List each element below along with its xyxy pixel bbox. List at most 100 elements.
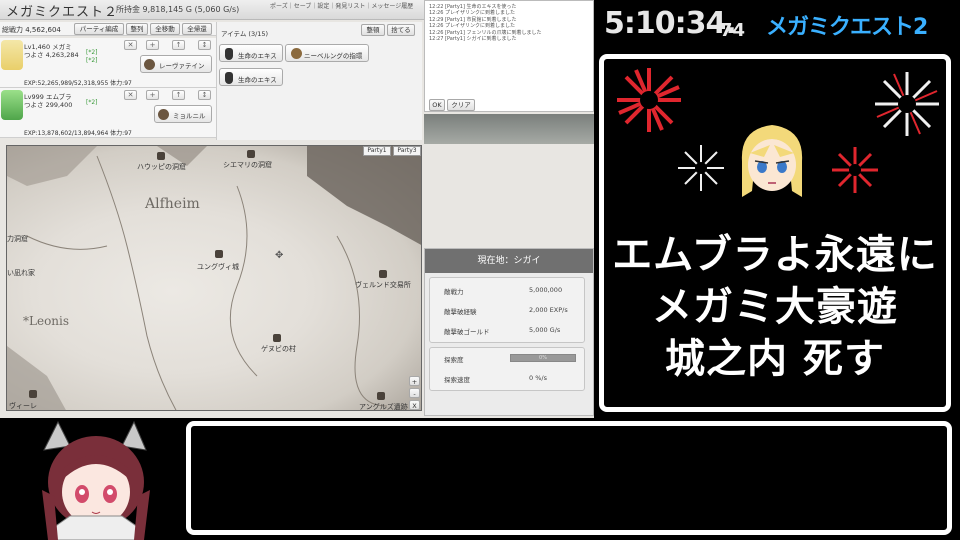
map-place[interactable]: 力洞窟: [7, 234, 28, 244]
region-label: *Leonis: [23, 314, 70, 328]
log-line: 12:27 [Party1] シガイに到着しました: [429, 36, 517, 43]
stat-value: 5,000,000: [529, 286, 563, 294]
location-banner-image: [424, 114, 594, 144]
equip-name: ミョルニル: [173, 112, 206, 120]
commentary-text: エムブラよ永遠に メガミ大豪遊 城之内 死す: [604, 229, 946, 385]
up-arrow-button[interactable]: ↑: [172, 90, 185, 100]
item-count-label: アイテム (3/15): [221, 30, 269, 38]
sword-icon: [144, 59, 155, 70]
game-name-title: メガミクエスト2: [766, 15, 928, 40]
potion-icon: [225, 72, 233, 84]
item-slot[interactable]: 生命のエキス: [219, 68, 283, 86]
firework-icon: [832, 147, 878, 193]
item-name: 生命のエキス: [238, 76, 277, 84]
stat-label: 敵撃破ゴールド: [444, 328, 490, 336]
cursor-icon: ✥: [275, 250, 284, 261]
sort-button[interactable]: 整列: [126, 23, 148, 35]
member-star: [*2]: [86, 57, 98, 64]
stat-value: 2,000 EXP/s: [529, 306, 568, 314]
comment-line: エムブラよ永遠に: [612, 232, 938, 278]
item-slot[interactable]: 生命のエキス: [219, 44, 283, 62]
region-label: Alfheim: [145, 196, 200, 212]
map-place[interactable]: シエマリの洞窟: [223, 160, 272, 170]
village-icon[interactable]: [273, 334, 281, 342]
move-all-button[interactable]: 全移動: [150, 23, 180, 35]
avatar: [1, 40, 23, 70]
timer-ms: 74: [720, 20, 746, 41]
updown-arrow-button[interactable]: ↕: [198, 90, 211, 100]
speedrun-timer: 5:10:34. 74: [596, 2, 754, 46]
map-terrain: [7, 146, 421, 410]
cave-icon[interactable]: [247, 150, 255, 158]
item-name: ニーベルングの指環: [304, 52, 363, 60]
enemy-stats: 敵戦力 5,000,000 敵撃破経験 2,000 EXP/s 敵撃破ゴールド …: [429, 277, 585, 343]
commentator-avatar: [42, 420, 150, 540]
member-star: [*2]: [86, 49, 98, 56]
map-place[interactable]: ハウッピの洞窟: [137, 162, 186, 172]
map-place[interactable]: ヴェルンド交易所: [355, 280, 411, 290]
stat-label: 敵戦力: [444, 288, 464, 296]
tab-party3[interactable]: Party3: [393, 146, 421, 156]
world-map[interactable]: Party1 Party3 Alfheim *Leonis ハウッピの洞窟 シエ…: [6, 145, 422, 411]
explore-label: 探索度: [444, 356, 464, 364]
map-place[interactable]: アングルズ遺跡: [359, 402, 408, 410]
log-ok-button[interactable]: OK: [429, 99, 445, 111]
equip-name: レーヴァテイン: [159, 62, 205, 70]
map-place[interactable]: ヴィーレ: [9, 401, 37, 410]
member-strength: つよさ 4,263,284: [24, 51, 79, 59]
close-icon[interactable]: ✕: [124, 40, 137, 50]
item-sort-button[interactable]: 整頓: [361, 24, 385, 36]
explore-stats: 探索度 0% 探索速度 0 %/s: [429, 347, 585, 391]
progress-text: 0%: [539, 355, 547, 361]
equip-slot-weapon[interactable]: ミョルニル: [154, 105, 212, 123]
member-exp: EXP:13,878,602/13,894,964 体力:97: [24, 130, 132, 137]
party-edit-button[interactable]: パーティ編成: [74, 23, 124, 35]
speed-value: 0 %/s: [529, 374, 547, 382]
top-menu[interactable]: ポーズ｜セーブ｜設定｜発見リスト｜メッセージ履歴: [270, 1, 413, 10]
return-all-button[interactable]: 全帰還: [182, 23, 212, 35]
potion-icon: [225, 48, 233, 60]
tab-party1[interactable]: Party1: [363, 146, 391, 156]
stat-label: 敵撃破経験: [444, 308, 477, 316]
party-member-megami: Lv1,460 メガミ つよさ 4,263,284 [*2] [*2] ✕ + …: [0, 38, 216, 88]
log-clear-button[interactable]: クリア: [447, 99, 475, 111]
stat-value: 5,000 G/s: [529, 326, 561, 334]
member-strength: つよさ 299,400: [24, 101, 73, 109]
item-panel: アイテム (3/15) 整頓 捨てる 生命のエキス ニーベルングの指環 生命のエ…: [216, 22, 422, 140]
plus-button[interactable]: +: [146, 90, 159, 100]
game-window: メガミクエスト２ 所持金 9,818,145 G (5,060 G/s) ポーズ…: [0, 0, 594, 418]
log-lines: 12:22 [Party1] 生命のエキスを使った 12:26 プレイザリンクに…: [427, 4, 587, 42]
shop-icon[interactable]: [379, 270, 387, 278]
subtitle-box: [186, 421, 952, 535]
map-place[interactable]: ユングヴィ城: [197, 262, 239, 272]
power-bar: 総戦力 4,562,604 パーティ編成 整列 全移動 全帰還: [0, 22, 216, 36]
gold-counter: 所持金 9,818,145 G (5,060 G/s): [116, 5, 240, 14]
close-icon[interactable]: ✕: [124, 90, 137, 100]
member-exp: EXP:52,265,989/52,318,955 体力:97: [24, 80, 132, 87]
item-discard-button[interactable]: 捨てる: [387, 24, 415, 36]
ruins-icon[interactable]: [377, 392, 385, 400]
location-panel: 現在地：シガイ 敵戦力 5,000,000 敵撃破経験 2,000 EXP/s …: [424, 248, 594, 416]
ring-icon: [291, 48, 302, 59]
hammer-icon: [158, 109, 169, 120]
item-slot[interactable]: ニーベルングの指環: [285, 44, 369, 62]
map-close-button[interactable]: X: [409, 400, 420, 410]
zoom-in-button[interactable]: +: [409, 376, 420, 386]
party-member-embla: Lv999 エムブラ つよさ 299,400 [*2] ✕ + ↑ ↕ ミョルニ…: [0, 88, 216, 138]
castle-icon[interactable]: [215, 250, 223, 258]
town-icon[interactable]: [29, 390, 37, 398]
member-star: [*2]: [86, 99, 98, 106]
character-face-icon: [741, 125, 803, 197]
cave-icon[interactable]: [157, 152, 165, 160]
comment-line: 城之内 死す: [665, 336, 885, 382]
equip-slot-weapon[interactable]: レーヴァテイン: [140, 55, 212, 73]
map-place[interactable]: い凪れ家: [7, 268, 35, 278]
firework-icon: [875, 72, 939, 136]
updown-arrow-button[interactable]: ↕: [198, 40, 211, 50]
map-place[interactable]: ゲヌビの村: [261, 344, 296, 354]
speed-label: 探索速度: [444, 376, 470, 384]
up-arrow-button[interactable]: ↑: [172, 40, 185, 50]
plus-button[interactable]: +: [146, 40, 159, 50]
firework-icon: [678, 145, 724, 191]
zoom-out-button[interactable]: -: [409, 388, 420, 398]
